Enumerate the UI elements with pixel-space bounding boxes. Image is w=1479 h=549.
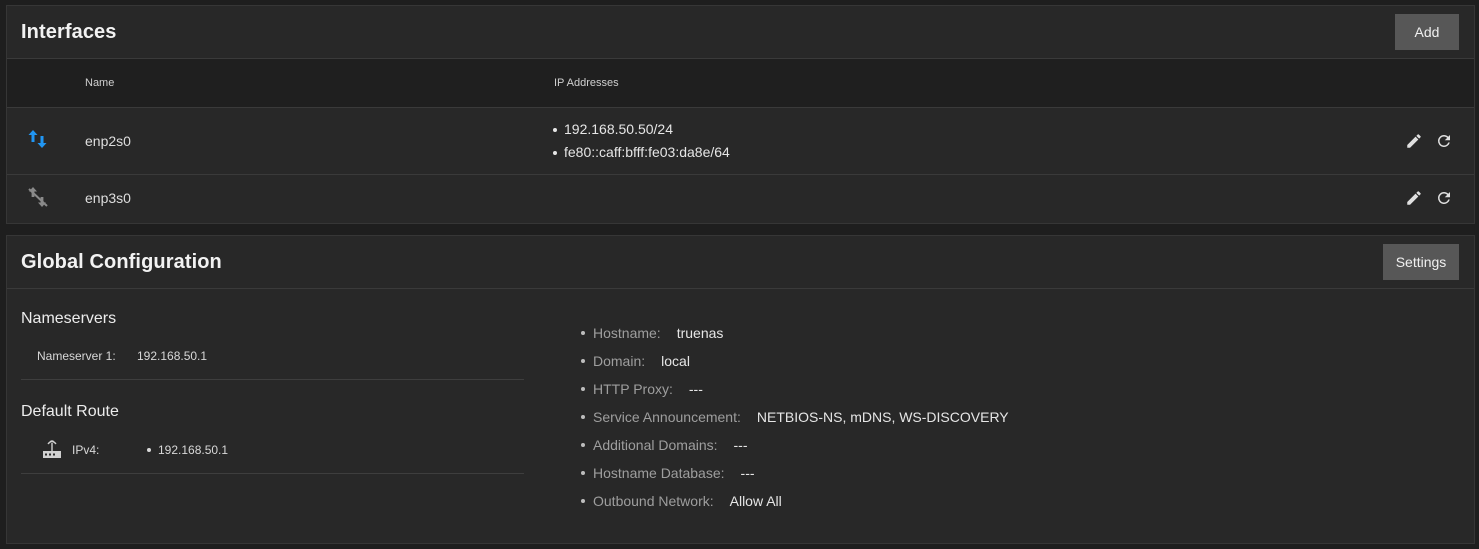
interfaces-title: Interfaces: [21, 20, 117, 43]
edit-icon[interactable]: [1404, 131, 1424, 151]
interface-name: enp2s0: [85, 133, 131, 149]
edit-icon[interactable]: [1404, 188, 1424, 208]
interfaces-card: Interfaces Add Name IP Addresses enp2s0 …: [6, 5, 1475, 224]
add-interface-button[interactable]: Add: [1395, 14, 1459, 50]
refresh-icon[interactable]: [1434, 131, 1454, 151]
link-off-icon: [27, 185, 49, 209]
nameserver-label: Nameserver 1:: [37, 349, 116, 363]
config-item-additional-domains: Additional Domains: ---: [581, 431, 1009, 459]
column-header-name[interactable]: Name: [85, 77, 114, 89]
gateway-address: 192.168.50.1: [158, 443, 229, 457]
ip-address: 192.168.50.50/24: [553, 118, 730, 141]
default-route-ipv4-value: 192.168.50.1: [147, 443, 228, 457]
table-header: Name IP Addresses: [7, 59, 1474, 108]
global-configuration-header: Global Configuration Settings: [7, 236, 1474, 289]
column-header-ip-addresses[interactable]: IP Addresses: [554, 77, 619, 89]
interface-name: enp3s0: [85, 190, 131, 206]
global-config-list: Hostname: truenas Domain: local HTTP Proxy…: [581, 319, 1009, 515]
global-configuration-card: Global Configuration Settings Nameserver…: [6, 235, 1475, 544]
ip-address-list: 192.168.50.50/24 fe80::caff:bfff:fe03:da…: [553, 118, 730, 164]
default-route-ipv4-label: IPv4:: [72, 443, 100, 457]
default-route-title: Default Route: [21, 403, 119, 420]
divider: [21, 473, 524, 474]
config-item-service-announcement: Service Announcement: NETBIOS-NS, mDNS, W…: [581, 403, 1009, 431]
settings-button[interactable]: Settings: [1383, 244, 1459, 280]
config-item-http-proxy: HTTP Proxy: ---: [581, 375, 1009, 403]
config-item-outbound-network: Outbound Network: Allow All: [581, 487, 1009, 515]
table-row[interactable]: enp3s0: [7, 175, 1474, 222]
refresh-icon[interactable]: [1434, 188, 1454, 208]
nameservers-title: Nameservers: [21, 310, 117, 327]
divider: [21, 379, 524, 380]
link-up-icon: [27, 127, 49, 151]
router-icon: [41, 440, 63, 460]
global-configuration-title: Global Configuration: [21, 250, 222, 273]
ip-address: fe80::caff:bfff:fe03:da8e/64: [553, 141, 730, 164]
table-row[interactable]: enp2s0 192.168.50.50/24 fe80::caff:bfff:…: [7, 108, 1474, 175]
interfaces-header: Interfaces Add: [7, 6, 1474, 59]
config-item-domain: Domain: local: [581, 347, 1009, 375]
nameserver-value: 192.168.50.1: [137, 349, 208, 363]
interfaces-table: Name IP Addresses enp2s0 192.168.50.50/2…: [7, 59, 1474, 222]
config-item-hostname-database: Hostname Database: ---: [581, 459, 1009, 487]
config-item-hostname: Hostname: truenas: [581, 319, 1009, 347]
